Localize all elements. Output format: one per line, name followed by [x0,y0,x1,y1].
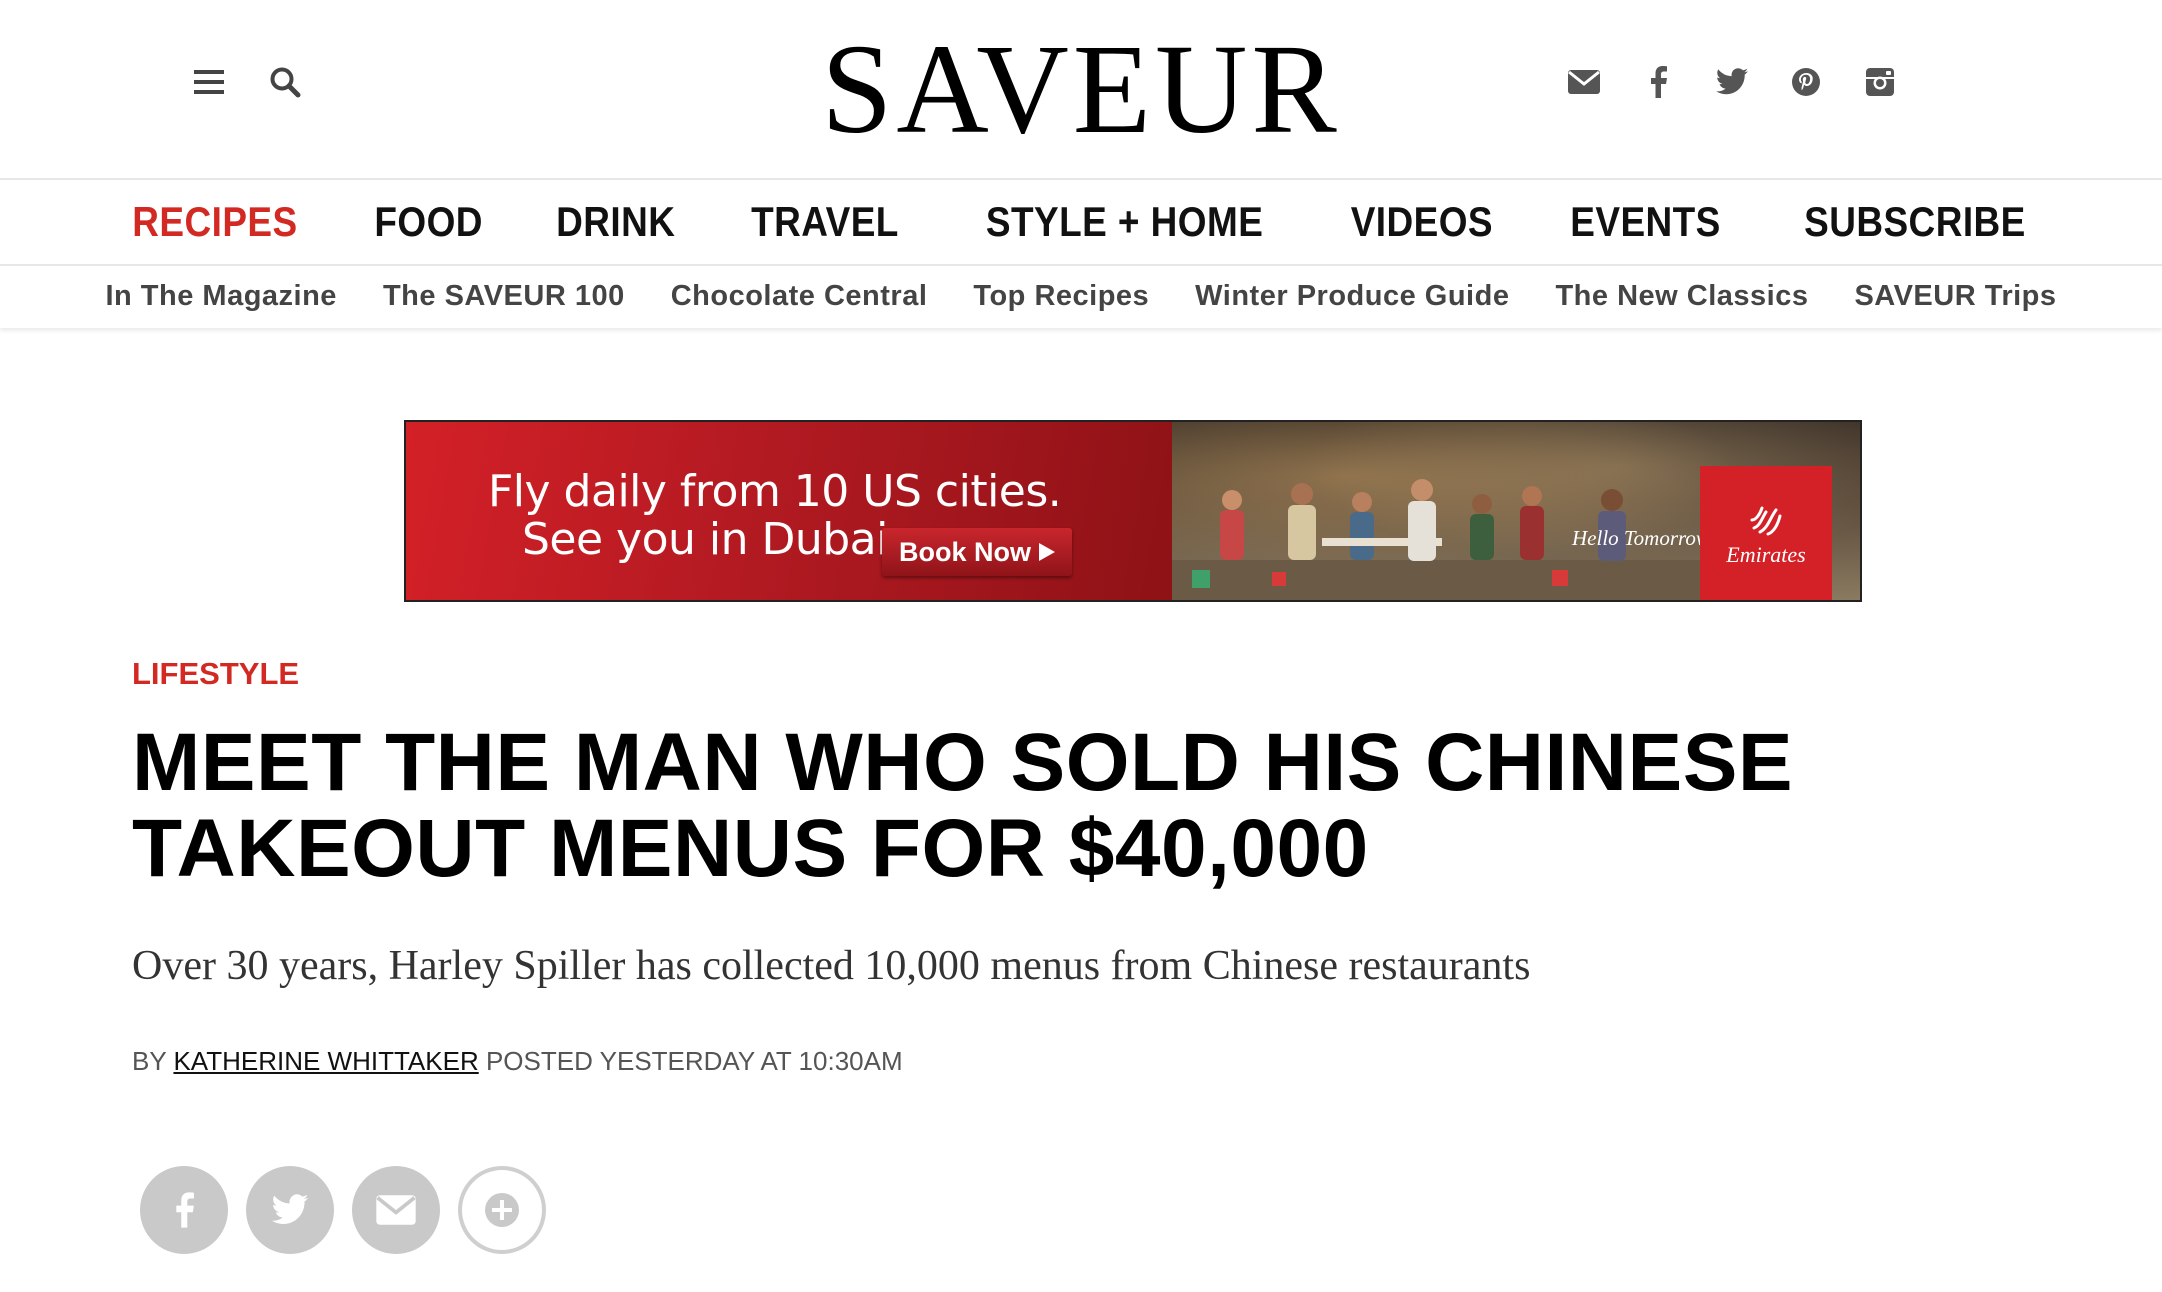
share-more-button[interactable] [458,1166,546,1254]
author-link[interactable]: KATHERINE WHITTAKER [173,1046,478,1076]
nav-videos[interactable]: VIDEOS [1350,198,1492,246]
emirates-logo[interactable]: Emirates [1700,466,1832,600]
ad-headline: Fly daily from 10 US cities. [488,466,1062,517]
share-twitter-button[interactable] [246,1166,334,1254]
email-icon[interactable] [1566,62,1602,102]
nav-food[interactable]: FOOD [374,198,483,246]
subnav-chocolate-central[interactable]: Chocolate Central [671,280,928,313]
subnav-new-classics[interactable]: The New Classics [1555,280,1808,313]
nav-recipes[interactable]: RECIPES [132,198,297,246]
sub-nav: In The Magazine The SAVEUR 100 Chocolate… [0,264,2162,328]
nav-style-home[interactable]: STYLE + HOME [986,198,1263,246]
category-link[interactable]: LIFESTYLE [132,656,299,692]
subnav-in-the-magazine[interactable]: In The Magazine [105,280,336,313]
ad-tagline: Hello Tomorrow [1572,526,1710,550]
ad-book-now-button[interactable]: Book Now [882,528,1072,576]
nav-subscribe[interactable]: SUBSCRIBE [1804,198,2026,246]
subnav-winter-produce-guide[interactable]: Winter Produce Guide [1195,280,1509,313]
article-headline: MEET THE MAN WHO SOLD HIS CHINESE TAKEOU… [132,717,1794,894]
facebook-icon[interactable] [1640,62,1676,102]
subnav-saveur-100[interactable]: The SAVEUR 100 [383,280,625,313]
share-email-button[interactable] [352,1166,440,1254]
posted-time: POSTED YESTERDAY AT 10:30AM [485,1046,903,1076]
share-buttons [140,1166,546,1254]
emirates-emblem-icon [1750,506,1782,536]
ad-subheadline: See you in Dubai [522,514,888,565]
nav-travel[interactable]: TRAVEL [752,198,900,246]
subnav-saveur-trips[interactable]: SAVEUR Trips [1854,280,2056,313]
more-share-icon [485,1193,519,1227]
twitter-share-icon [271,1194,309,1224]
twitter-icon[interactable] [1714,62,1750,102]
ad-brand: Emirates [1726,542,1806,567]
ad-banner[interactable]: Fly daily from 10 US cities. See you in … [404,420,1862,602]
nav-events[interactable]: EVENTS [1571,198,1722,246]
main-nav: RECIPES FOOD DRINK TRAVEL STYLE + HOME V… [0,178,2162,266]
pinterest-icon[interactable] [1788,62,1824,102]
byline-prefix: BY [132,1046,167,1076]
social-links [1566,62,1898,102]
email-share-icon [376,1195,416,1225]
facebook-share-icon [176,1192,194,1228]
site-header: SAVEUR [0,0,2162,178]
subnav-top-recipes[interactable]: Top Recipes [973,280,1149,313]
instagram-icon[interactable] [1862,62,1898,102]
ad-text-panel: Fly daily from 10 US cities. See you in … [406,422,1172,600]
play-arrow-icon [1039,537,1055,568]
ad-photo-panel: Hello Tomorrow Emirates [1172,422,1860,600]
share-facebook-button[interactable] [140,1166,228,1254]
ad-button-label: Book Now [899,536,1031,567]
article-subhead: Over 30 years, Harley Spiller has collec… [132,943,1531,989]
nav-drink[interactable]: DRINK [556,198,675,246]
byline: BY KATHERINE WHITTAKER POSTED YESTERDAY … [132,1046,903,1077]
